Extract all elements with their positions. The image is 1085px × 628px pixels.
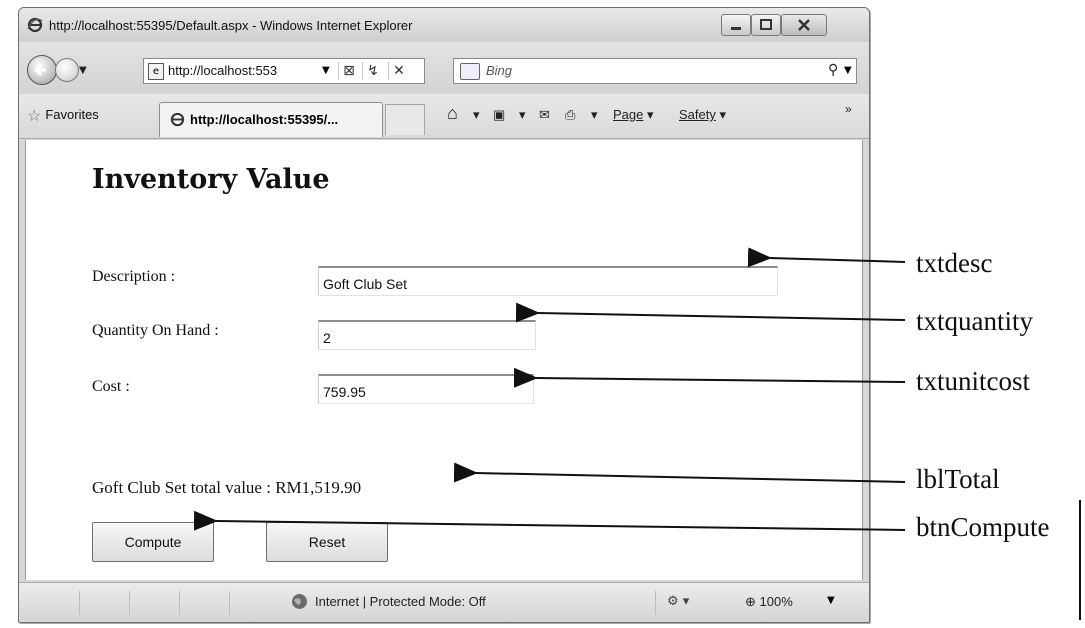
status-bar: Internet | Protected Mode: Off ⚙ ▾ ⊕ 100… [19, 582, 869, 622]
stop-icon[interactable]: ✕ [388, 62, 409, 80]
minimize-icon [731, 27, 741, 30]
compatibility-view-icon[interactable]: ⊠ [338, 62, 359, 80]
home-icon[interactable]: ⌂ [447, 103, 458, 124]
annotation-btncompute: btnCompute [916, 512, 1050, 542]
maximize-icon [760, 19, 772, 30]
ie-page-icon [170, 112, 185, 127]
home-dropdown-icon[interactable]: ▾ [473, 107, 480, 123]
quantity-input[interactable] [318, 320, 536, 350]
address-dropdown-icon[interactable]: ▼ [322, 65, 330, 76]
cost-input[interactable] [318, 374, 534, 404]
zoom-value: 100% [759, 594, 793, 609]
minimize-button[interactable] [721, 14, 751, 36]
safety-menu-label: Safety [679, 107, 716, 122]
annotation-lbltotal: lblTotal [916, 464, 1000, 494]
annotation-txtquantity: txtquantity [916, 306, 1033, 336]
zoom-dropdown-icon[interactable]: ▼ [827, 595, 835, 606]
favorites-label: Favorites [45, 107, 99, 122]
search-placeholder[interactable]: Bing [486, 63, 512, 78]
refresh-icon[interactable]: ↯ [362, 62, 383, 80]
close-button[interactable] [781, 14, 827, 36]
globe-icon [292, 594, 307, 609]
page-content: Inventory Value Description : Quantity O… [25, 140, 863, 580]
cost-label: Cost : [92, 378, 130, 395]
tab-label: http://localhost:55395/... [190, 112, 339, 127]
status-separator [79, 591, 80, 615]
annotation-txtdesc: txtdesc [916, 248, 993, 278]
feeds-dropdown-icon[interactable]: ▾ [519, 107, 526, 123]
back-arrow-icon [33, 63, 46, 77]
quantity-label: Quantity On Hand : [92, 322, 219, 339]
status-separator [179, 591, 180, 615]
print-icon[interactable]: ⎙ [565, 107, 575, 123]
status-separator [655, 591, 656, 615]
search-icon[interactable]: ⚲ [828, 62, 838, 78]
description-input[interactable] [318, 266, 778, 296]
search-box[interactable]: Bing ⚲ ▼ [453, 58, 857, 84]
bing-icon [460, 63, 480, 80]
page-menu-label: Page [613, 107, 644, 122]
back-button[interactable] [27, 55, 57, 85]
page-title: Inventory Value [92, 164, 330, 195]
favorites-button[interactable]: ☆ Favorites [27, 106, 99, 126]
window-title: http://localhost:55395/Default.aspx - Wi… [49, 18, 413, 33]
security-zone-text[interactable]: Internet | Protected Mode: Off [315, 594, 486, 609]
favorites-bar: ☆ Favorites http://localhost:55395/... ⌂ … [19, 94, 869, 139]
tab-active[interactable]: http://localhost:55395/... [159, 102, 383, 137]
safety-menu[interactable]: Safety ▾ [679, 107, 726, 123]
address-url[interactable]: http://localhost:553 [168, 63, 277, 78]
recent-pages-dropdown-icon[interactable]: ▼ [79, 65, 87, 76]
ie-window: http://localhost:55395/Default.aspx - Wi… [18, 7, 870, 623]
total-label: Goft Club Set total value : RM1,519.90 [92, 478, 362, 497]
annotation-txtunitcost: txtunitcost [916, 366, 1030, 396]
address-bar[interactable]: e http://localhost:553 ▼ ⊠ ↯ ✕ [143, 58, 425, 84]
new-tab-button[interactable] [385, 104, 425, 135]
reset-button[interactable]: Reset [266, 522, 388, 562]
page-menu[interactable]: Page ▾ [613, 107, 654, 123]
close-icon [798, 19, 810, 31]
search-dropdown-icon[interactable]: ▼ [844, 65, 852, 76]
status-separator [129, 591, 130, 615]
toolbar-overflow-icon[interactable]: » [845, 102, 852, 116]
feeds-icon[interactable]: ▣ [493, 107, 505, 123]
navigation-bar: ▼ e http://localhost:553 ▼ ⊠ ↯ ✕ Bing ⚲ … [19, 42, 869, 94]
page-icon: e [148, 63, 164, 80]
mail-icon[interactable]: ✉ [539, 107, 550, 123]
description-label: Description : [92, 268, 176, 285]
status-separator [229, 591, 230, 615]
compute-button[interactable]: Compute [92, 522, 214, 562]
maximize-button[interactable] [751, 14, 781, 36]
zoom-level[interactable]: ⊕ 100% [745, 594, 793, 610]
forward-button[interactable] [55, 58, 79, 82]
ie-logo-icon [27, 17, 43, 33]
protected-mode-icon[interactable]: ⚙ ▾ [667, 594, 689, 609]
print-dropdown-icon[interactable]: ▾ [591, 107, 598, 123]
favorites-star-icon: ☆ [27, 108, 42, 125]
title-bar: http://localhost:55395/Default.aspx - Wi… [19, 8, 869, 42]
